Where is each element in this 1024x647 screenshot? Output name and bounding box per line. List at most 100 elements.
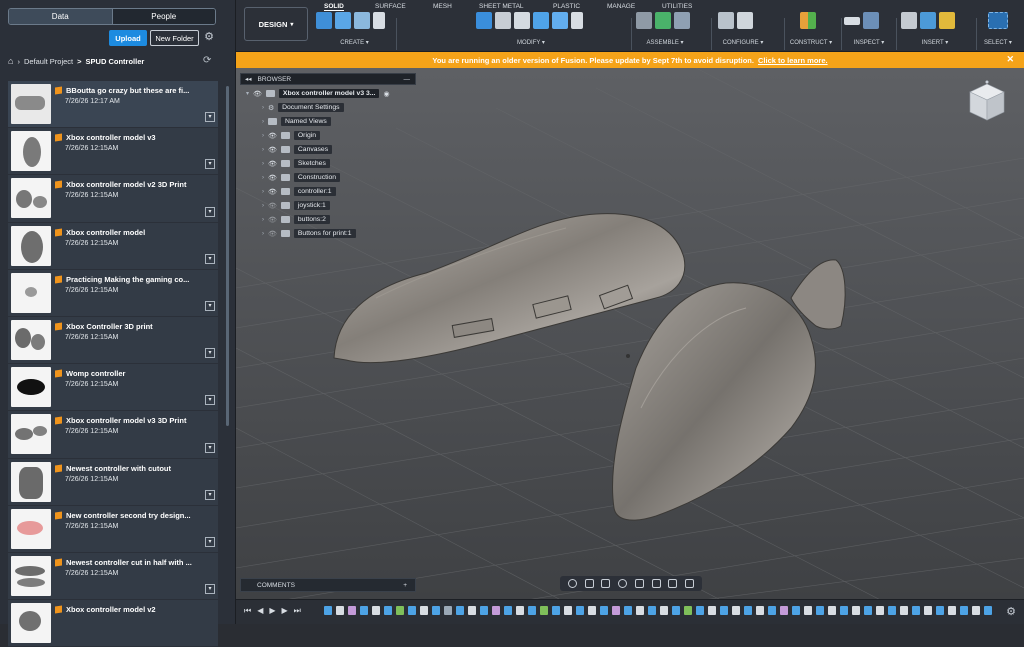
pan-icon[interactable]: [601, 579, 611, 588]
chevron-right-icon[interactable]: ›: [262, 161, 264, 167]
file-item[interactable]: Xbox controller model v2 3D Print 7/26/2…: [8, 175, 218, 223]
chevron-down-icon[interactable]: ▾: [246, 90, 249, 97]
timeline-feature[interactable]: [876, 606, 884, 615]
pattern-icon[interactable]: [373, 12, 385, 29]
select-menu[interactable]: SELECT ▾: [978, 39, 1018, 46]
timeline-feature[interactable]: [420, 606, 428, 615]
timeline-feature[interactable]: [696, 606, 704, 615]
eye-icon[interactable]: 👁: [268, 174, 277, 182]
new-sketch-icon[interactable]: [316, 12, 332, 29]
add-icon[interactable]: +: [403, 582, 407, 589]
timeline-feature[interactable]: [816, 606, 824, 615]
timeline-feature[interactable]: [372, 606, 380, 615]
browser-item-construction[interactable]: › 👁 Construction: [262, 172, 341, 183]
timeline-feature[interactable]: [792, 606, 800, 615]
previous-step-icon[interactable]: ◀: [257, 606, 263, 616]
browser-item-canvases[interactable]: › 👁 Canvases: [262, 144, 333, 155]
tab-people[interactable]: People: [111, 9, 215, 24]
timeline-feature[interactable]: [468, 606, 476, 615]
fit-icon[interactable]: [634, 579, 644, 588]
timeline-feature[interactable]: [588, 606, 596, 615]
measure-icon[interactable]: [844, 17, 860, 25]
new-folder-button[interactable]: New Folder: [150, 30, 199, 46]
inspect-menu[interactable]: INSPECT ▾: [844, 39, 894, 46]
browser-header[interactable]: ◂◂ BROWSER —: [240, 73, 416, 85]
select-icon[interactable]: [988, 12, 1008, 29]
viewports-icon[interactable]: [685, 579, 695, 588]
timeline-feature[interactable]: [336, 606, 344, 615]
file-item[interactable]: Womp controller 7/26/26 12:15AM ▾: [8, 364, 218, 412]
as-built-joint-icon[interactable]: [655, 12, 671, 29]
chevron-right-icon[interactable]: ›: [262, 133, 264, 139]
chevron-down-icon[interactable]: ▾: [205, 159, 215, 170]
gear-icon[interactable]: ⚙: [1006, 605, 1016, 618]
file-item[interactable]: Xbox controller model v3 7/26/26 12:15AM…: [8, 128, 218, 176]
timeline-feature[interactable]: [780, 606, 788, 615]
insert-menu[interactable]: INSERT ▾: [901, 39, 969, 46]
zoom-icon[interactable]: [618, 579, 628, 588]
timeline-feature[interactable]: [576, 606, 584, 615]
section-analysis-icon[interactable]: [863, 12, 879, 29]
eye-hidden-icon[interactable]: 👁: [268, 202, 277, 210]
file-item[interactable]: Newest controller cut in half with ... 7…: [8, 552, 218, 601]
timeline-feature[interactable]: [984, 606, 992, 615]
timeline-feature[interactable]: [552, 606, 560, 615]
look-at-icon[interactable]: [584, 579, 594, 588]
timeline-feature[interactable]: [528, 606, 536, 615]
timeline-feature[interactable]: [348, 606, 356, 615]
minimize-icon[interactable]: —: [404, 76, 411, 83]
eye-icon[interactable]: 👁: [268, 188, 277, 196]
timeline-feature[interactable]: [852, 606, 860, 615]
grid-settings-icon[interactable]: [668, 579, 678, 588]
chevron-down-icon[interactable]: ▾: [205, 206, 215, 217]
timeline-feature[interactable]: [828, 606, 836, 615]
table-icon[interactable]: [737, 12, 753, 29]
chevron-down-icon[interactable]: ▾: [205, 584, 215, 595]
browser-root[interactable]: ▾ 👁 Xbox controller model v3 3... ◉: [246, 88, 390, 99]
eye-icon[interactable]: 👁: [268, 132, 277, 140]
timeline-feature[interactable]: [912, 606, 920, 615]
timeline-feature[interactable]: [768, 606, 776, 615]
chevron-down-icon[interactable]: ▾: [205, 348, 215, 359]
eye-hidden-icon[interactable]: 👁: [268, 230, 277, 238]
insert-derive-icon[interactable]: [901, 12, 917, 29]
tab-sheet-metal[interactable]: SHEET METAL: [479, 3, 524, 10]
modify-menu[interactable]: MODIFY ▾: [476, 39, 586, 46]
construct-menu[interactable]: CONSTRUCT ▾: [786, 39, 836, 46]
tab-surface[interactable]: SURFACE: [375, 3, 406, 10]
chevron-right-icon[interactable]: ›: [262, 203, 264, 209]
timeline-feature[interactable]: [624, 606, 632, 615]
play-icon[interactable]: ▶: [269, 606, 275, 616]
tab-manage[interactable]: MANAGE: [607, 3, 635, 10]
align-icon[interactable]: [552, 12, 568, 29]
file-item[interactable]: Practicing Making the gaming co... 7/26/…: [8, 269, 218, 317]
chevron-down-icon[interactable]: ▾: [205, 395, 215, 406]
timeline-feature[interactable]: [936, 606, 944, 615]
chevron-right-icon[interactable]: ›: [262, 119, 264, 125]
create-menu[interactable]: CREATE ▾: [316, 39, 393, 46]
radio-icon[interactable]: ◉: [383, 90, 389, 98]
timeline-feature[interactable]: [960, 606, 968, 615]
eye-hidden-icon[interactable]: 👁: [268, 216, 277, 224]
timeline-feature[interactable]: [660, 606, 668, 615]
browser-item-buttons[interactable]: › 👁 buttons:2: [262, 214, 330, 225]
plane-icon[interactable]: [800, 12, 816, 29]
eye-icon[interactable]: 👁: [268, 146, 277, 154]
browser-item-sketches[interactable]: › 👁 Sketches: [262, 158, 330, 169]
timeline-feature[interactable]: [672, 606, 680, 615]
chevron-down-icon[interactable]: ▾: [205, 536, 215, 547]
file-item[interactable]: Xbox Controller 3D print 7/26/26 12:15AM…: [8, 316, 218, 365]
timeline-feature[interactable]: [732, 606, 740, 615]
eye-icon[interactable]: 👁: [268, 160, 277, 168]
configure-icon[interactable]: [718, 12, 734, 29]
file-item[interactable]: Xbox controller model 7/26/26 12:15AM ▾: [8, 222, 218, 270]
first-step-icon[interactable]: ⏮: [244, 606, 251, 616]
chevron-down-icon[interactable]: ▾: [205, 112, 215, 123]
joint-origin-icon[interactable]: [674, 12, 690, 29]
tab-solid[interactable]: SOLID: [324, 3, 344, 11]
combine-icon[interactable]: [533, 12, 549, 29]
chevron-right-icon[interactable]: ›: [262, 147, 264, 153]
timeline-feature[interactable]: [324, 606, 332, 615]
file-item[interactable]: Newest controller with cutout 7/26/26 12…: [8, 458, 218, 506]
file-list-scrollbar[interactable]: [226, 86, 229, 426]
